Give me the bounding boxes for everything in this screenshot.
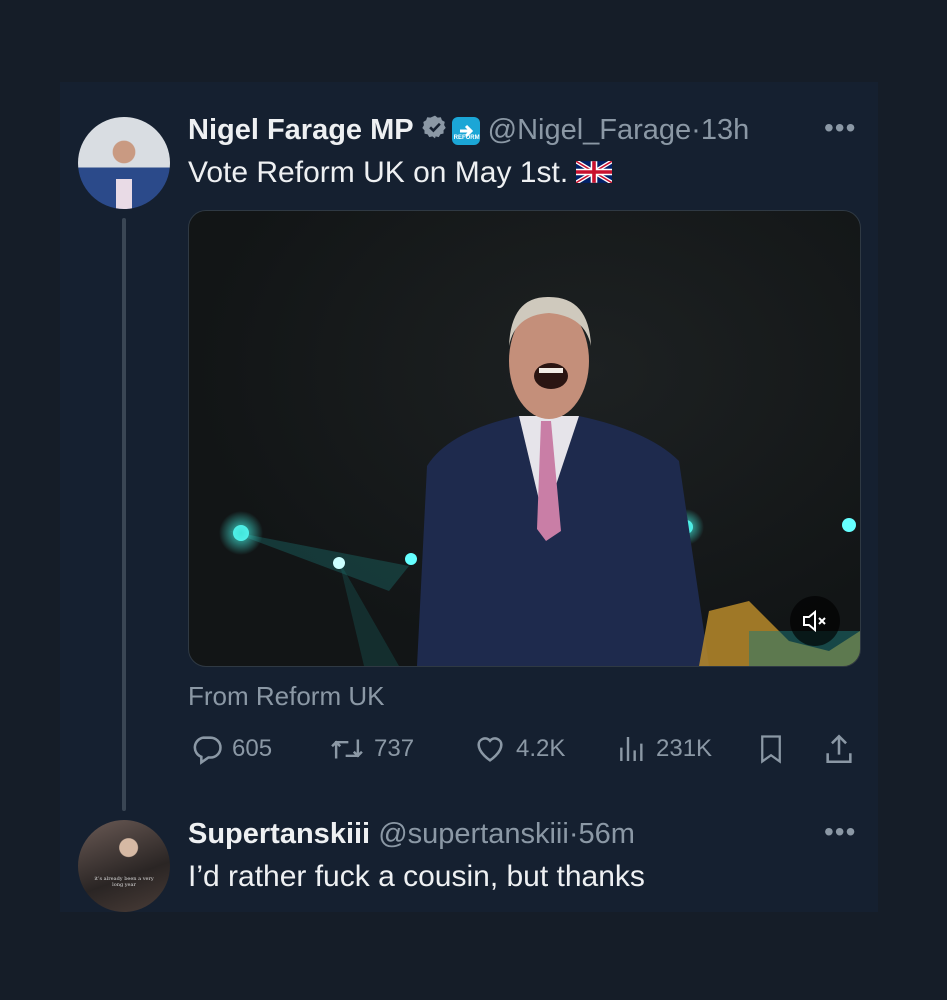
like-count: 4.2K: [516, 735, 566, 762]
reply-header: Supertanskiii @supertanskiii·56m: [188, 816, 635, 852]
author-handle[interactable]: @Nigel_Farage: [488, 114, 692, 146]
repost-button[interactable]: 737: [328, 730, 414, 768]
reply-count: 605: [232, 735, 273, 762]
reply-timestamp[interactable]: 56m: [578, 818, 634, 850]
tweet-header: Nigel Farage MP REFORM @Nigel_Farage·13h: [188, 112, 749, 149]
reply-text: I’d rather fuck a cousin, but thanks: [188, 860, 645, 893]
reply-button[interactable]: 605: [190, 730, 272, 768]
verified-badge-icon[interactable]: [421, 113, 448, 149]
tweet-text: Vote Reform UK on May 1st.: [188, 155, 614, 192]
reply-author-name[interactable]: Supertanskiii: [188, 818, 370, 850]
tweet-text-content: Vote Reform UK on May 1st.: [188, 156, 569, 189]
uk-flag-icon: [575, 156, 614, 192]
reply-more-options-icon[interactable]: •••: [824, 816, 856, 848]
video-frame-illustration: [219, 296, 860, 666]
bookmark-icon: [761, 735, 781, 764]
author-avatar[interactable]: [78, 117, 170, 209]
reform-org-badge-icon[interactable]: REFORM: [451, 117, 480, 146]
view-count: 231K: [656, 735, 713, 762]
more-options-icon[interactable]: •••: [824, 112, 856, 144]
bookmark-button[interactable]: [756, 730, 794, 768]
share-button[interactable]: [822, 730, 864, 768]
separator-dot: ·: [691, 114, 701, 146]
reply-icon: [193, 736, 222, 765]
share-icon: [826, 734, 852, 764]
avatar-caption: it’s already been a very long year: [94, 876, 154, 888]
media-source-label[interactable]: From Reform UK: [188, 681, 384, 712]
reply-author-handle[interactable]: @supertanskiii: [378, 818, 569, 850]
repost-icon: [331, 739, 363, 759]
views-button[interactable]: 231K: [616, 730, 712, 768]
tweet-video-media[interactable]: [188, 210, 861, 667]
heart-icon: [477, 737, 503, 762]
repost-count: 737: [374, 735, 415, 762]
reply-author-avatar[interactable]: it’s already been a very long year: [78, 820, 170, 912]
tweet-timestamp[interactable]: 13h: [701, 114, 749, 146]
thread-connector-line: [122, 218, 126, 811]
author-name[interactable]: Nigel Farage MP: [188, 114, 414, 146]
volume-muted-icon: [803, 610, 826, 632]
mute-button[interactable]: [790, 596, 840, 646]
analytics-bar-icon: [620, 737, 643, 761]
like-button[interactable]: 4.2K: [472, 730, 565, 768]
